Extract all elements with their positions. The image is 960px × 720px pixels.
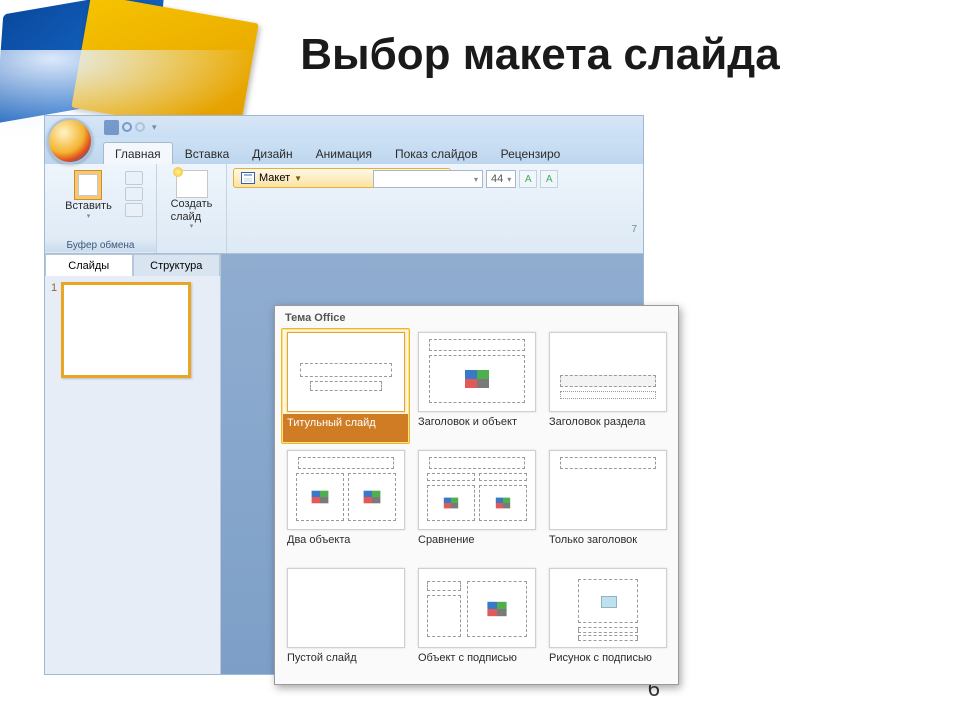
shrink-font-icon[interactable]: A [540, 170, 558, 188]
thumbnail-number: 1 [51, 282, 57, 378]
layout-option-title-only[interactable]: Только заголовок [543, 446, 672, 562]
paste-button[interactable]: Вставить ▾ [58, 167, 119, 224]
qat-more-icon[interactable]: ▾ [152, 122, 157, 133]
layout-option-picture-caption[interactable]: Рисунок с подписью [543, 564, 672, 680]
tab-animation[interactable]: Анимация [305, 143, 383, 164]
layout-option-comparison[interactable]: Сравнение [412, 446, 541, 562]
slides-outline-pane: Слайды Структура 1 [45, 254, 221, 674]
copy-icon[interactable] [125, 187, 143, 201]
tab-review[interactable]: Рецензиро [490, 143, 572, 164]
tab-home[interactable]: Главная [103, 142, 173, 164]
misc-7: 7 [631, 224, 637, 235]
layout-option-title-content[interactable]: Заголовок и объект [412, 328, 541, 444]
tab-design[interactable]: Дизайн [241, 143, 303, 164]
layout-option-title[interactable]: Титульный слайд [281, 328, 410, 444]
pane-tab-outline[interactable]: Структура [133, 254, 221, 276]
pane-tab-slides[interactable]: Слайды [45, 254, 133, 276]
cut-icon[interactable] [125, 171, 143, 185]
save-icon[interactable] [104, 120, 119, 135]
quick-access-toolbar: ▾ [45, 116, 643, 138]
group-clipboard: Вставить ▾ Буфер обмена [45, 164, 157, 253]
font-family-select[interactable]: ▾ [373, 170, 483, 188]
layout-option-blank[interactable]: Пустой слайд [281, 564, 410, 680]
thumbnail-preview [61, 282, 191, 378]
new-slide-button[interactable]: Создать слайд ▾ [164, 167, 220, 234]
ribbon-tabs: Главная Вставка Дизайн Анимация Показ сл… [45, 138, 643, 164]
layout-option-two-content[interactable]: Два объекта [281, 446, 410, 562]
layout-option-content-caption[interactable]: Объект с подписью [412, 564, 541, 680]
group-slides: Создать слайд ▾ [157, 164, 227, 253]
group-font: ▾ 44▾ A A [365, 164, 566, 194]
tab-slideshow[interactable]: Показ слайдов [384, 143, 489, 164]
undo-icon[interactable] [122, 122, 132, 132]
layout-gallery: Тема Office Титульный слайд Заголовок и … [274, 305, 679, 685]
font-size-select[interactable]: 44▾ [486, 170, 516, 188]
grow-font-icon[interactable]: A [519, 170, 537, 188]
layout-icon [241, 172, 255, 184]
new-slide-icon [176, 170, 208, 198]
group-label-clipboard: Буфер обмена [45, 239, 156, 252]
tab-insert[interactable]: Вставка [174, 143, 241, 164]
format-painter-icon[interactable] [125, 203, 143, 217]
gallery-header: Тема Office [275, 306, 678, 328]
chevron-down-icon: ▼ [294, 174, 302, 183]
page-title: Выбор макета слайда [160, 30, 920, 80]
paste-icon [74, 170, 102, 200]
slide-thumbnail[interactable]: 1 [51, 282, 214, 378]
redo-icon[interactable] [135, 122, 145, 132]
layout-option-section[interactable]: Заголовок раздела [543, 328, 672, 444]
office-button[interactable] [47, 118, 93, 164]
ribbon: Вставить ▾ Буфер обмена Создать слайд ▾ [45, 164, 643, 254]
